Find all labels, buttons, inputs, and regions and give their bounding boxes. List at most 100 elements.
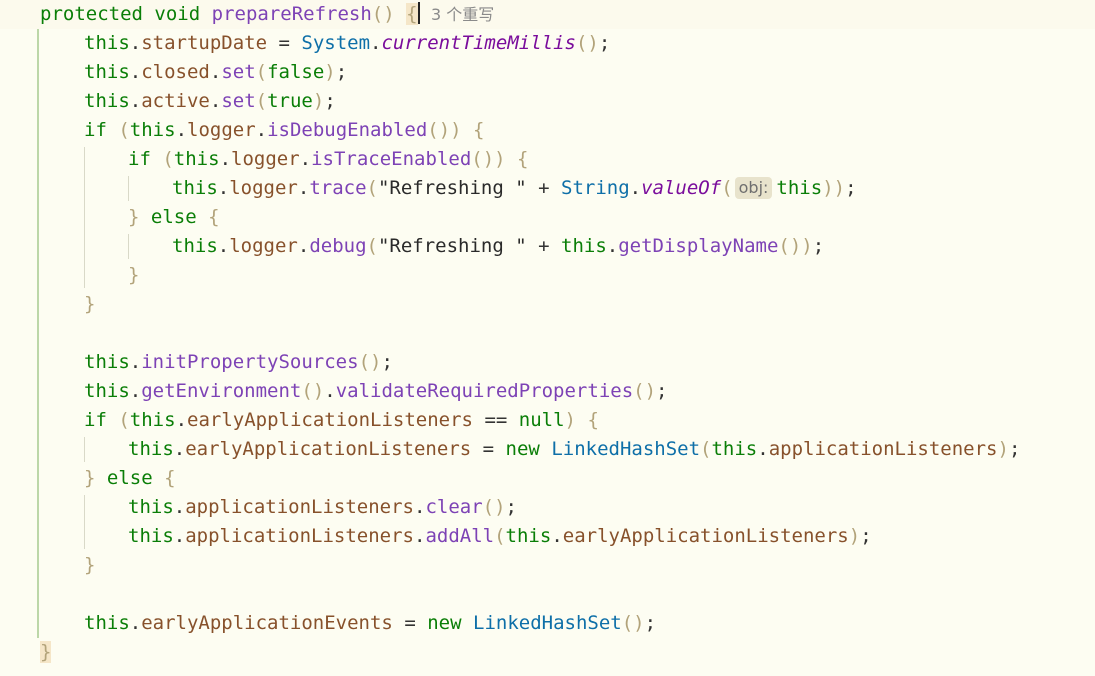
code-line-20[interactable]: }: [0, 551, 1095, 580]
code-line-13[interactable]: this.initPropertySources();: [0, 348, 1095, 377]
code-line-6[interactable]: if (this.logger.isTraceEnabled()) {: [0, 145, 1095, 174]
token-paren: ()): [471, 148, 506, 170]
token-plain: .: [219, 148, 232, 170]
token-method: set: [221, 90, 256, 112]
token-plain: ;: [324, 90, 336, 112]
token-plain: .: [324, 380, 336, 402]
code-line-16[interactable]: this.earlyApplicationListeners = new Lin…: [0, 435, 1095, 464]
code-line-10[interactable]: }: [0, 261, 1095, 290]
token-method: getEnvironment: [141, 380, 302, 402]
token-plain: .: [173, 525, 186, 547]
token-plain: .: [175, 409, 188, 431]
token-kw: else: [150, 206, 197, 228]
token-plain: ;: [860, 525, 872, 547]
code-line-14[interactable]: this.getEnvironment().validateRequiredPr…: [0, 377, 1095, 406]
token-plain: .: [173, 496, 186, 518]
token-plain: ;: [335, 61, 348, 83]
token-kw: this: [776, 177, 823, 199]
token-plain: ==: [473, 409, 519, 431]
token-paren: (: [700, 438, 712, 460]
token-kw: this: [84, 612, 130, 634]
token-paren: }: [84, 554, 96, 576]
token-method: getDisplayName: [618, 235, 779, 257]
token-paren: {: [517, 148, 529, 170]
code-line-7[interactable]: this.logger.trace("Refreshing " + String…: [0, 174, 1095, 203]
token-paren: ): [997, 438, 1009, 460]
code-line-22[interactable]: this.earlyApplicationEvents = new Linked…: [0, 609, 1095, 638]
token-plain: ;: [381, 351, 393, 373]
token-paren: {: [164, 467, 176, 489]
token-string: "Refreshing ": [377, 235, 527, 257]
code-line-15[interactable]: if (this.earlyApplicationListeners == nu…: [0, 406, 1095, 435]
code-line-8[interactable]: } else {: [0, 203, 1095, 232]
token-static: valueOf: [641, 177, 722, 199]
token-kw: if: [84, 409, 107, 431]
token-kw: protected: [40, 3, 143, 25]
token-field: logger: [229, 177, 298, 199]
token-plain: +: [526, 235, 562, 257]
token-kw: this: [84, 351, 130, 373]
code-line-21[interactable]: [0, 580, 1095, 609]
code-line-18[interactable]: this.applicationListeners.clear();: [0, 493, 1095, 522]
token-plain: .: [129, 380, 142, 402]
code-line-11[interactable]: }: [0, 290, 1095, 319]
code-line-17[interactable]: } else {: [0, 464, 1095, 493]
token-field: logger: [187, 119, 256, 141]
code-line-23[interactable]: }: [0, 638, 1095, 667]
token-field: earlyApplicationListeners: [562, 525, 849, 547]
token-paren: }: [128, 206, 140, 228]
code-editor[interactable]: protected void prepareRefresh() { 3 个重写 t…: [0, 0, 1095, 676]
code-line-5[interactable]: if (this.logger.isDebugEnabled()) {: [0, 116, 1095, 145]
token-paren: ): [312, 90, 325, 112]
token-kw: new: [505, 438, 540, 460]
token-class: LinkedHashSet: [551, 438, 701, 460]
token-paren: }: [128, 264, 140, 286]
code-line-9[interactable]: this.logger.debug("Refreshing " + this.g…: [0, 232, 1095, 261]
token-plain: .: [297, 177, 310, 199]
token-method: isDebugEnabled: [267, 119, 428, 141]
token-string: "Refreshing ": [377, 177, 527, 199]
token-plain: .: [129, 32, 142, 54]
token-kw: if: [128, 148, 151, 170]
token-field: closed: [141, 61, 210, 83]
token-kw: false: [267, 61, 325, 83]
token-paren: (: [721, 177, 733, 199]
overrides-usage-hint[interactable]: 3 个重写: [431, 5, 494, 24]
code-line-1[interactable]: protected void prepareRefresh() { 3 个重写: [0, 0, 1095, 29]
token-kw: this: [561, 235, 607, 257]
token-plain: .: [173, 438, 186, 460]
token-plain: .: [175, 119, 188, 141]
token-method: addAll: [425, 525, 495, 547]
token-plain: .: [217, 177, 230, 199]
token-static: currentTimeMillis: [381, 32, 576, 54]
matched-brace: }: [40, 641, 52, 663]
token-plain: .: [129, 612, 142, 634]
token-paren: (: [255, 61, 268, 83]
token-kw: this: [711, 438, 758, 460]
code-line-3[interactable]: this.closed.set(false);: [0, 58, 1095, 87]
token-plain: .: [629, 177, 642, 199]
code-line-19[interactable]: this.applicationListeners.addAll(this.ea…: [0, 522, 1095, 551]
token-kw: void: [154, 3, 201, 25]
token-kw: this: [129, 119, 176, 141]
code-line-4[interactable]: this.active.set(true);: [0, 87, 1095, 116]
token-plain: =: [392, 612, 428, 634]
token-paren: (: [118, 119, 130, 141]
code-line-2[interactable]: this.startupDate = System.currentTimeMil…: [0, 29, 1095, 58]
token-plain: .: [129, 90, 142, 112]
token-kw: this: [84, 380, 130, 402]
token-class: System: [301, 32, 371, 54]
token-method: trace: [309, 177, 367, 199]
code-line-12[interactable]: [0, 319, 1095, 348]
token-kw: if: [84, 119, 107, 141]
